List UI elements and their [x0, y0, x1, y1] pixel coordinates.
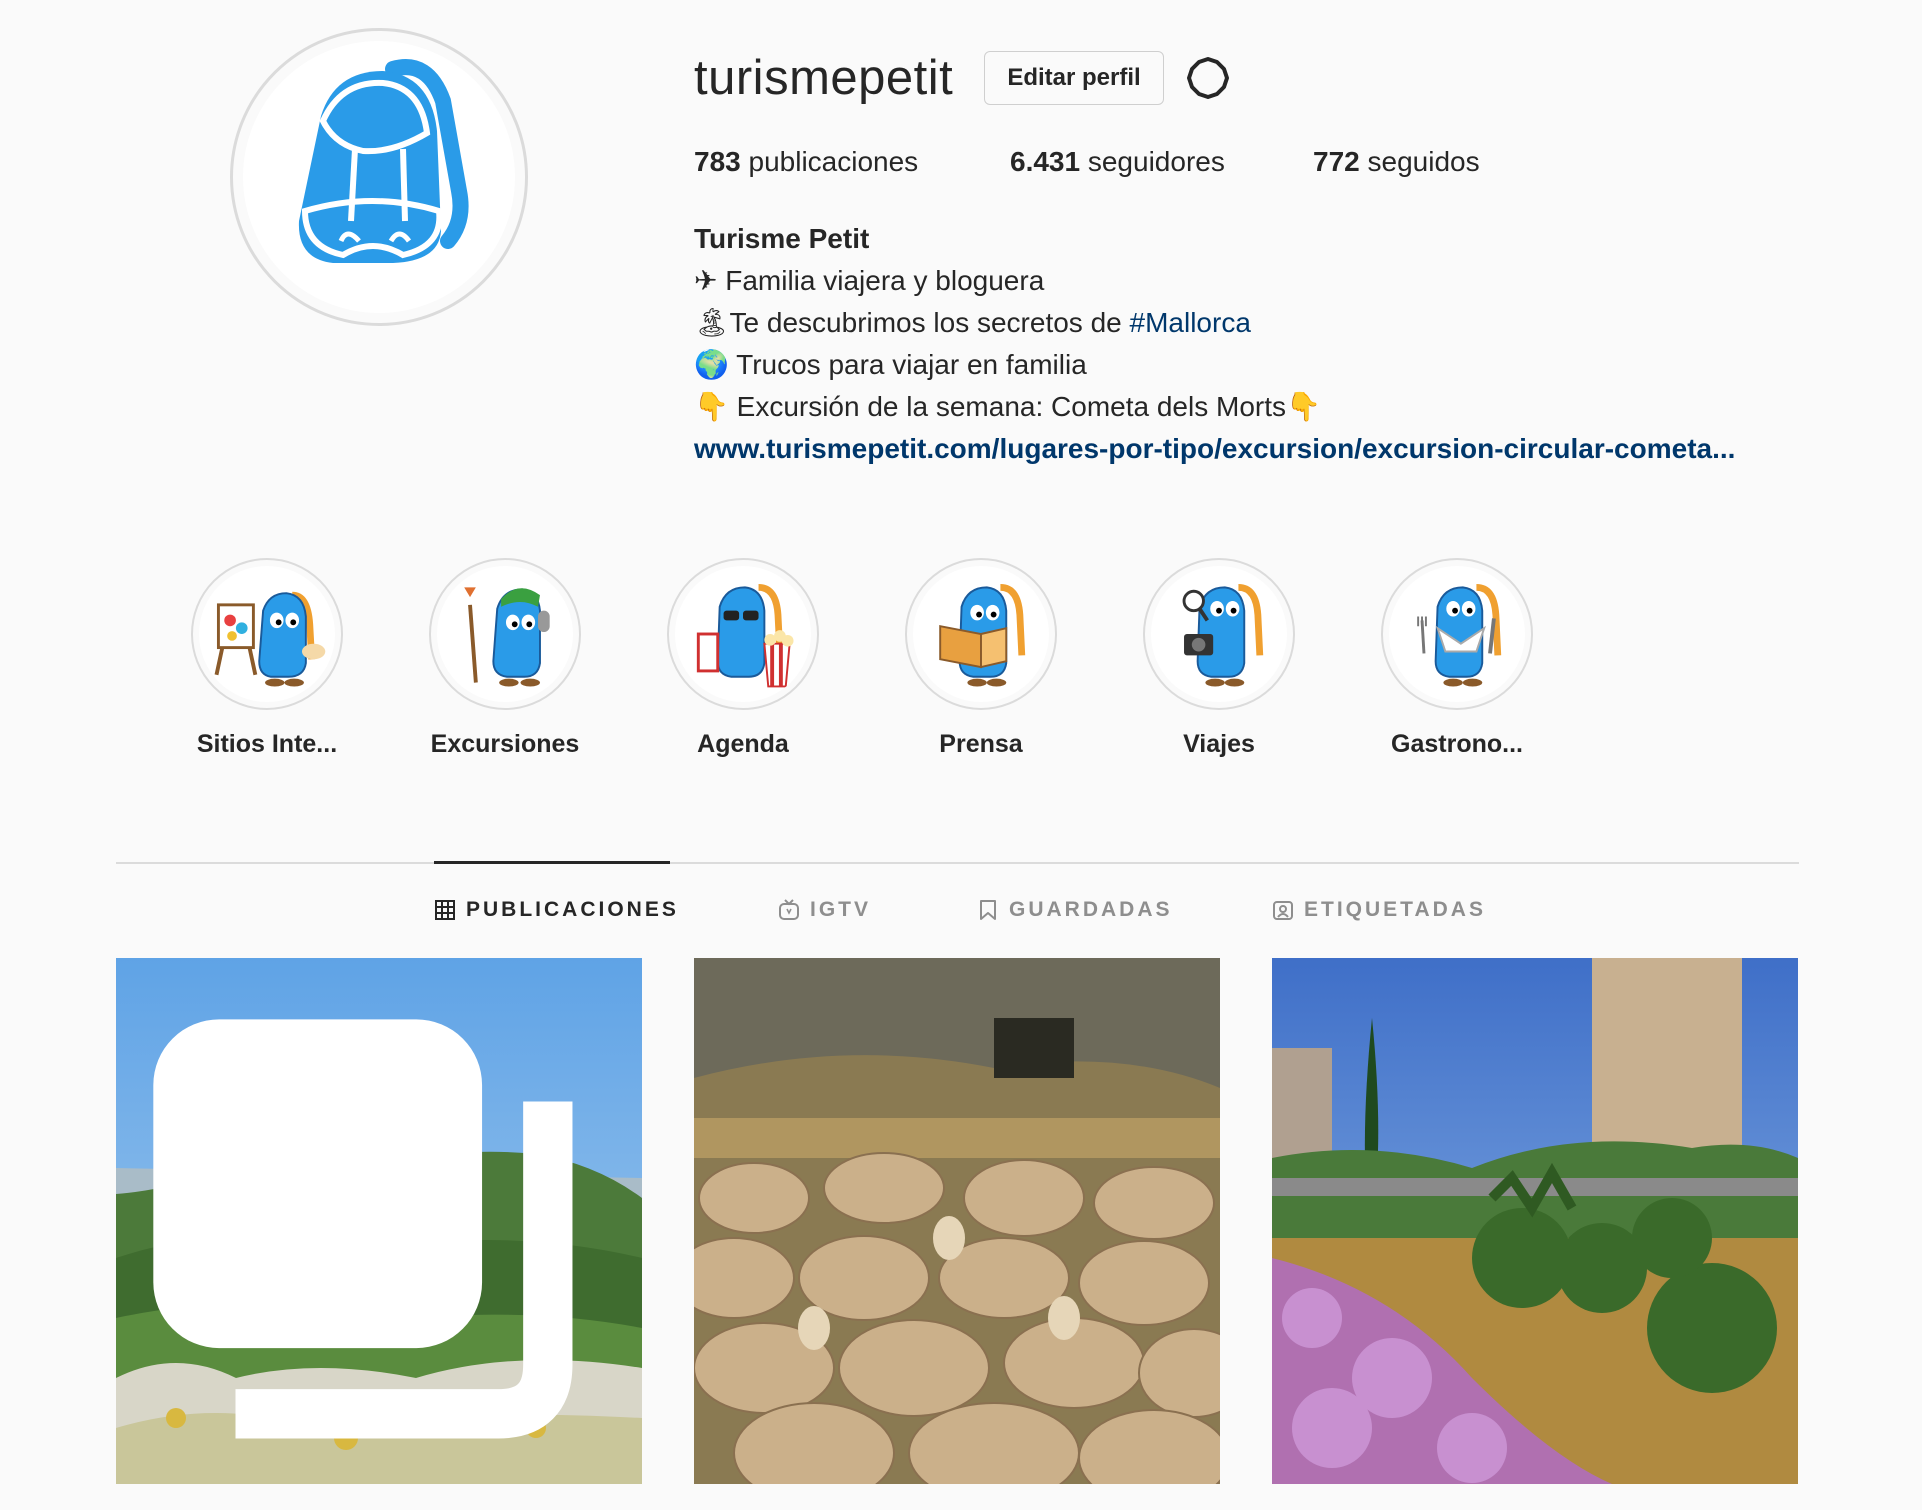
profile-bio: Turisme Petit ✈ Familia viajera y blogue… — [694, 218, 1735, 470]
edit-profile-button[interactable]: Editar perfil — [984, 51, 1164, 105]
mascot-camera-icon — [1182, 583, 1264, 687]
post-thumbnail[interactable] — [116, 958, 642, 1484]
highlight-sitios[interactable]: Sitios Inte... — [167, 558, 367, 759]
profile-avatar[interactable] — [243, 41, 515, 313]
mascot-cinema-icon — [696, 583, 794, 688]
posts-label: publicaciones — [748, 146, 919, 177]
bio-line: 👇 Excursión de la semana: Cometa dels Mo… — [694, 391, 1321, 422]
settings-button[interactable] — [1184, 54, 1232, 102]
highlight-gastronomia[interactable]: Gastrono... — [1357, 558, 1557, 759]
profile-stats: 783 publicaciones 6.431 seguidores 772 s… — [694, 146, 1480, 178]
highlight-label: Sitios Inte... — [196, 730, 338, 758]
highlight-ring — [905, 558, 1057, 710]
tab-label: GUARDADAS — [1009, 898, 1173, 921]
highlight-viajes[interactable]: Viajes — [1119, 558, 1319, 759]
mascot-reading-icon — [939, 583, 1026, 687]
posts-stat: 783 publicaciones — [694, 146, 1010, 178]
tab-label: IGTV — [810, 898, 872, 921]
followers-stat[interactable]: 6.431 seguidores — [1010, 146, 1313, 178]
bio-line-text: 🏝Te descubrimos los secretos de — [694, 307, 1130, 338]
following-label: seguidos — [1367, 146, 1480, 177]
bio-line: 🌍 Trucos para viajar en familia — [694, 349, 1087, 380]
highlight-label: Excursiones — [430, 730, 580, 758]
highlight-excursiones[interactable]: Excursiones — [405, 558, 605, 759]
followers-label: seguidores — [1087, 146, 1225, 177]
highlight-cover — [1151, 566, 1287, 702]
posts-count: 783 — [694, 146, 741, 177]
tab-etiquetadas[interactable]: ETIQUETADAS — [1272, 898, 1486, 922]
highlight-cover — [199, 566, 335, 702]
post-thumbnail[interactable] — [694, 958, 1220, 1484]
tab-igtv[interactable]: IGTV — [778, 898, 871, 922]
mascot-painter-icon — [214, 591, 326, 687]
profile-username: turismepetit — [694, 51, 954, 105]
profile-full-name: Turisme Petit — [694, 223, 870, 254]
tab-publicaciones[interactable]: PUBLICACIONES — [434, 898, 679, 922]
highlight-cover — [1389, 566, 1525, 702]
mascot-hiker-icon — [464, 587, 550, 687]
tab-guardadas[interactable]: GUARDADAS — [977, 898, 1173, 922]
tab-label: ETIQUETADAS — [1304, 898, 1486, 921]
multiple-photos-icon — [153, 1019, 573, 1439]
tabs-divider — [116, 862, 1799, 864]
highlight-label: Gastrono... — [1391, 730, 1523, 758]
mascot-chef-icon — [1417, 583, 1502, 687]
park-photo — [1272, 958, 1798, 1484]
highlight-prensa[interactable]: Prensa — [881, 558, 1081, 759]
backpack-logo-icon — [298, 59, 469, 263]
highlight-ring — [667, 558, 819, 710]
highlight-ring — [1143, 558, 1295, 710]
highlight-ring — [429, 558, 581, 710]
highlight-cover — [437, 566, 573, 702]
bio-line: ✈ Familia viajera y bloguera — [694, 265, 1045, 296]
hashtag-link[interactable]: #Mallorca — [1130, 307, 1251, 338]
highlight-label: Prensa — [939, 730, 1023, 758]
highlight-label: Viajes — [1183, 730, 1255, 758]
following-count: 772 — [1313, 146, 1360, 177]
highlight-cover — [913, 566, 1049, 702]
active-tab-indicator — [434, 861, 670, 864]
bookmark-icon — [980, 900, 996, 920]
highlight-ring — [1381, 558, 1533, 710]
highlight-ring — [191, 558, 343, 710]
followers-count: 6.431 — [1010, 146, 1081, 177]
highlight-label: Agenda — [697, 730, 789, 758]
bio-line: 🏝Te descubrimos los secretos de #Mallorc… — [694, 302, 1735, 344]
tagged-icon — [1273, 901, 1293, 920]
post-thumbnail[interactable] — [1272, 958, 1798, 1484]
following-stat[interactable]: 772 seguidos — [1313, 146, 1480, 178]
highlight-agenda[interactable]: Agenda — [643, 558, 843, 759]
tab-label: PUBLICACIONES — [466, 898, 679, 921]
highlight-cover — [675, 566, 811, 702]
sheep-photo — [694, 958, 1220, 1484]
bio-website-link[interactable]: www.turismepetit.com/lugares-por-tipo/ex… — [694, 433, 1735, 464]
igtv-icon — [779, 899, 799, 920]
grid-icon — [435, 900, 455, 920]
gear-icon — [1187, 57, 1229, 99]
